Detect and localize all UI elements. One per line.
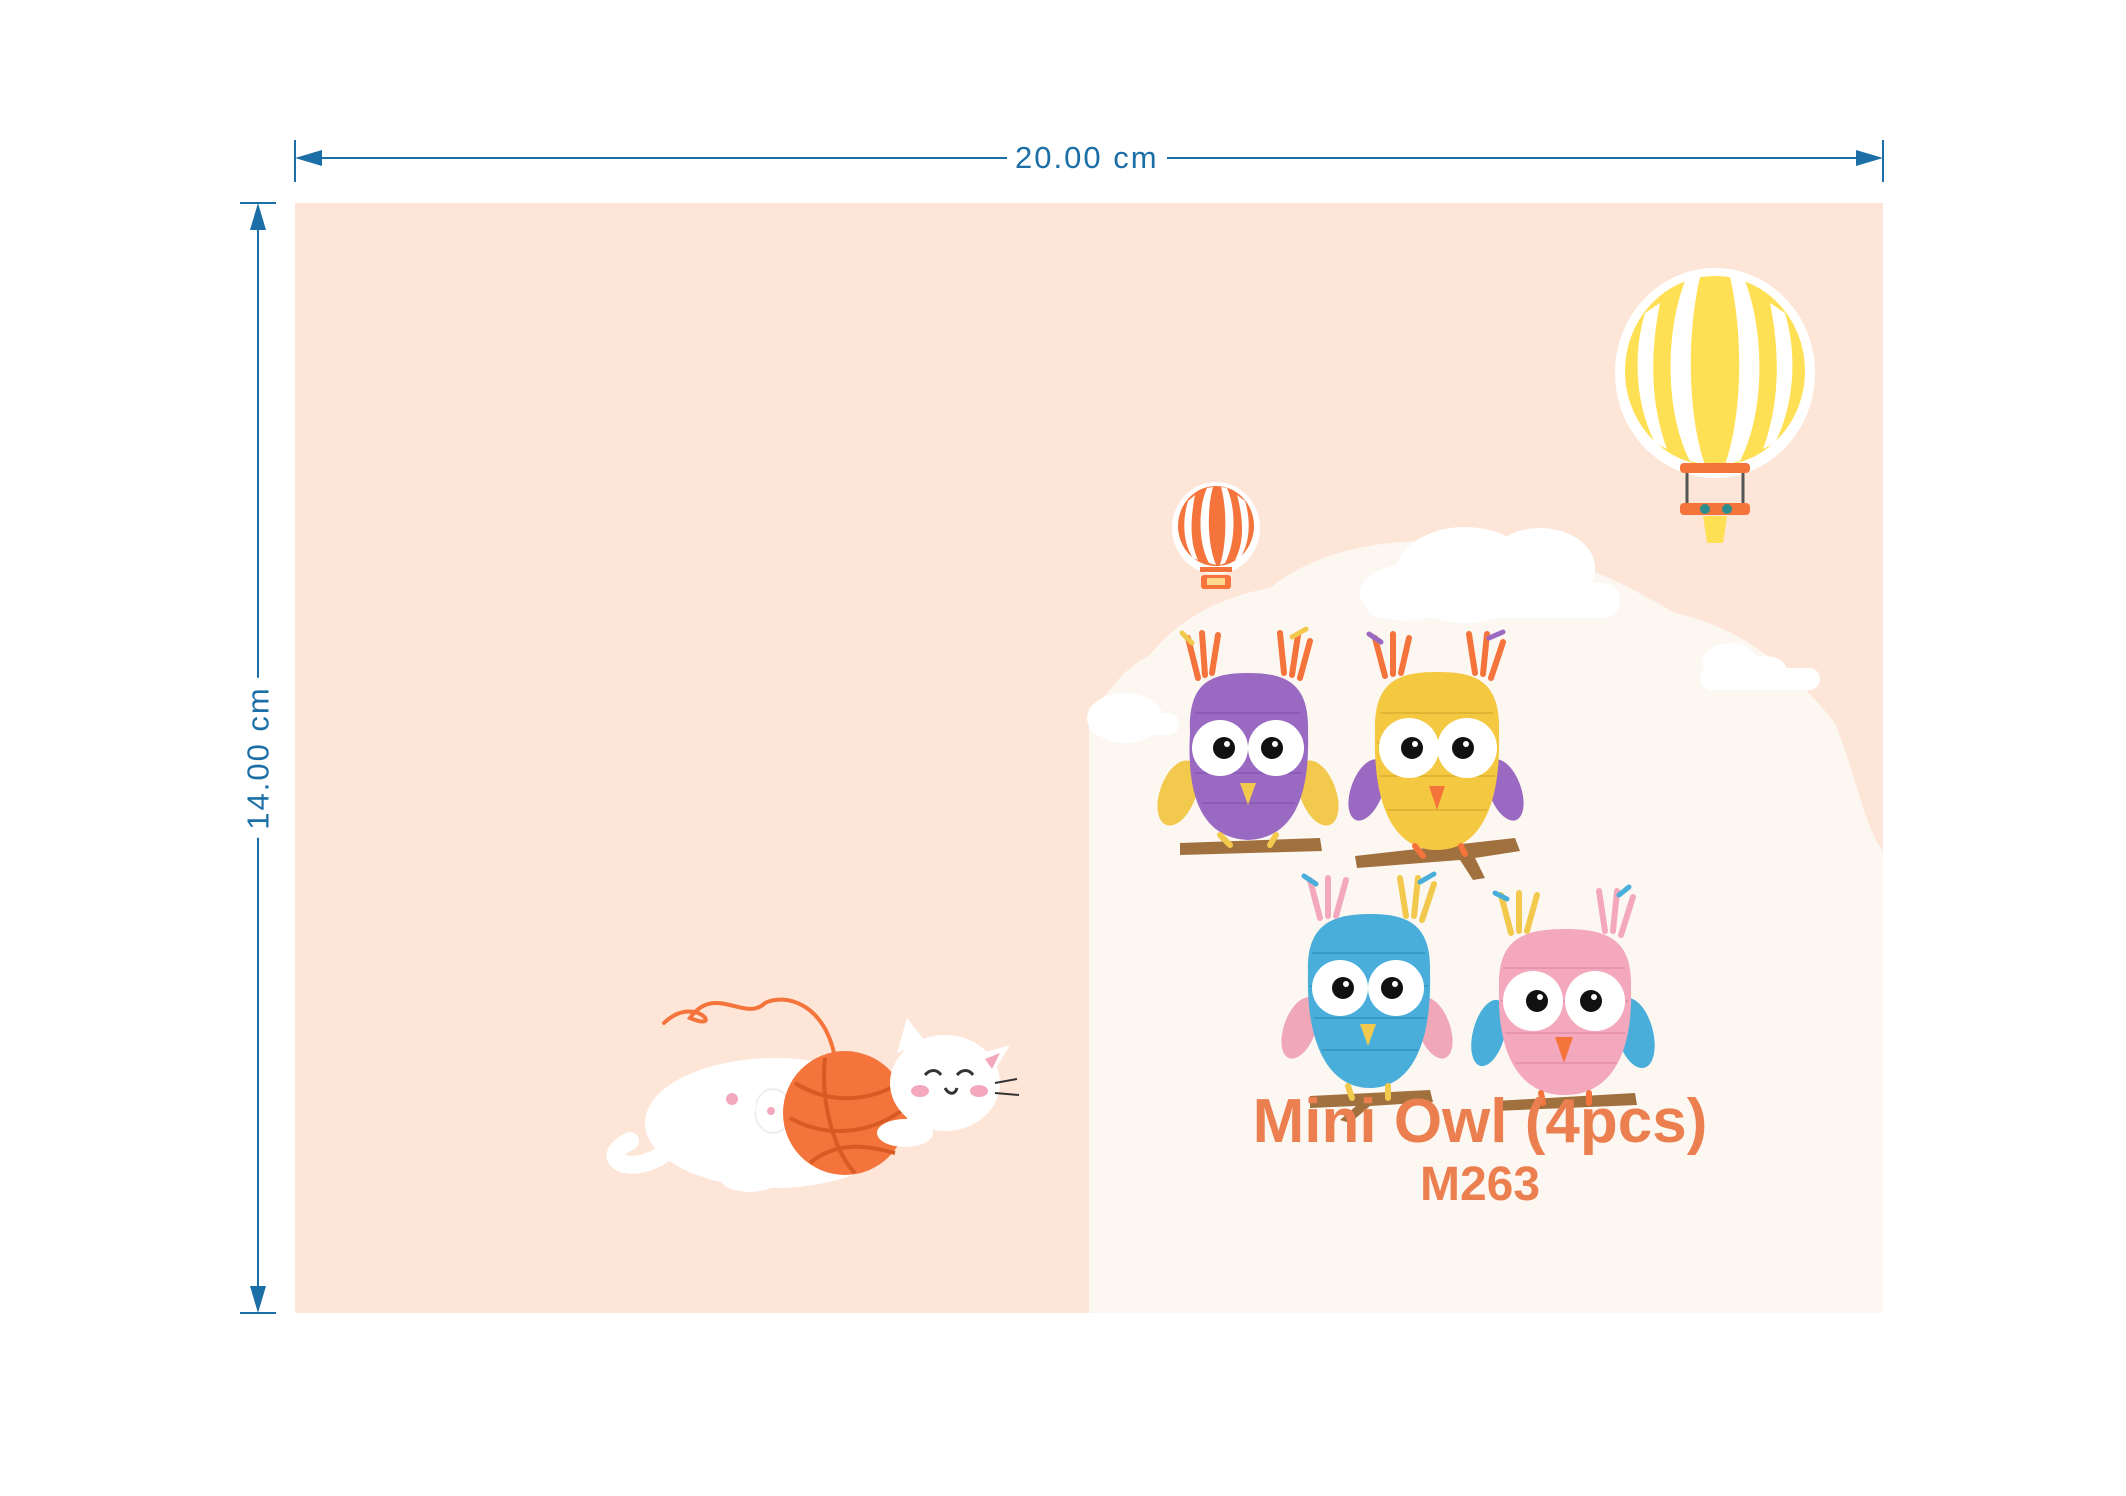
- yellow-balloon-icon: [1615, 268, 1815, 543]
- product-title: Mini Owl (4pcs): [1252, 1087, 1708, 1156]
- product-title-block: Mini Owl (4pcs) M263: [995, 1091, 1883, 1209]
- cat-with-yarn-icon: [606, 997, 1020, 1192]
- cloud-icon: [1360, 527, 1620, 623]
- orange-balloon-icon: [1172, 482, 1260, 589]
- product-card: Mini Owl (4pcs) M263: [295, 203, 1883, 1313]
- cloud-icon-small: [1700, 643, 1820, 690]
- height-dimension-label: 14.00 cm: [241, 678, 276, 838]
- width-dimension-label: 20.00 cm: [1007, 142, 1167, 173]
- product-code: M263: [1419, 1158, 1541, 1211]
